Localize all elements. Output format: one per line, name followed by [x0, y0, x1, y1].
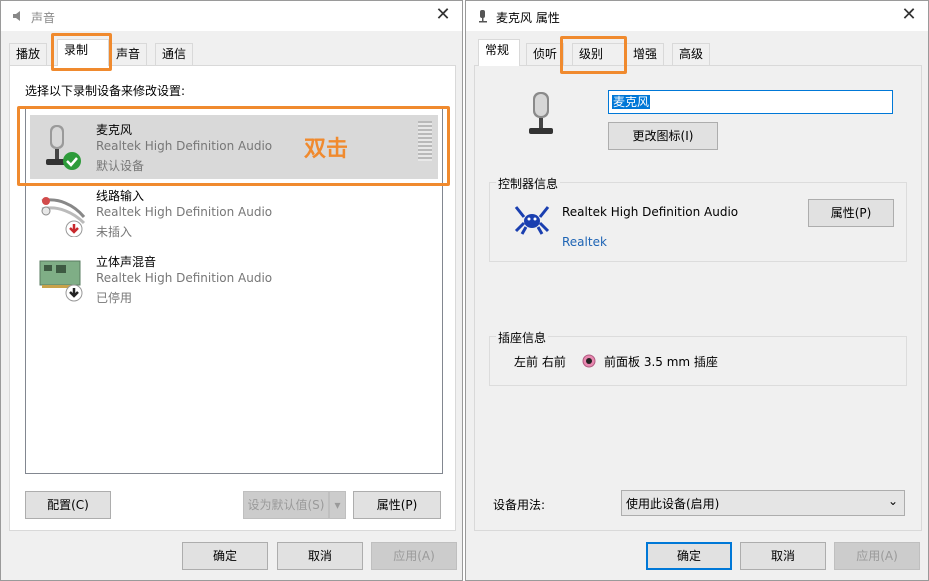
ok-button[interactable]: 确定 — [646, 542, 732, 570]
level-meter — [418, 121, 432, 161]
double-click-annotation: 双击 — [304, 137, 349, 162]
tab-communications[interactable]: 通信 — [155, 43, 194, 65]
device-name: 线路输入 — [96, 189, 145, 203]
close-button[interactable]: ✕ — [430, 5, 456, 27]
speaker-icon — [13, 11, 20, 21]
properties-button[interactable]: 属性(P) — [353, 491, 441, 519]
set-default-dropdown-button[interactable]: ▾ — [329, 491, 346, 519]
group-label: 控制器信息 — [496, 175, 561, 192]
ok-button[interactable]: 确定 — [182, 542, 268, 570]
controller-properties-button[interactable]: 属性(P) — [808, 199, 894, 227]
device-driver: Realtek High Definition Audio — [96, 271, 273, 285]
controller-info-group: 控制器信息 Realtek High Definition Audio Real… — [489, 175, 907, 262]
configure-button[interactable]: 配置(C) — [25, 491, 111, 519]
device-name: 立体声混音 — [96, 255, 157, 269]
tab-levels[interactable]: 级别 — [572, 43, 626, 65]
sound-dialog: 声音 ✕ 播放 录制 声音 通信 选择以下录制设备来修改设置: 麦克风 Real… — [0, 0, 463, 581]
apply-button[interactable]: 应用(A) — [371, 542, 457, 570]
device-name-field[interactable]: 麦克风 — [608, 90, 893, 114]
close-button[interactable]: ✕ — [896, 5, 922, 27]
jack-info-group: 插座信息 左前 右前 前面板 3.5 mm 插座 — [489, 329, 907, 386]
tab-enhancements[interactable]: 增强 — [626, 43, 665, 65]
device-stereo-mix[interactable]: 立体声混音 Realtek High Definition Audio 已停用 — [30, 247, 438, 311]
jack-color-icon — [582, 354, 596, 368]
device-name: 麦克风 — [96, 123, 133, 137]
chevron-down-icon: ⌄ — [887, 494, 898, 508]
device-usage-select[interactable]: 使用此设备(启用) ⌄ — [621, 490, 905, 516]
jack-description: 前面板 3.5 mm 插座 — [604, 355, 718, 369]
tab-sounds[interactable]: 声音 — [109, 43, 148, 65]
change-icon-button[interactable]: 更改图标(I) — [608, 122, 718, 150]
microphone-large-icon — [529, 92, 553, 134]
device-status: 默认设备 — [96, 159, 145, 173]
set-default-button[interactable]: 设为默认值(S) — [243, 491, 329, 519]
tab-advanced[interactable]: 高级 — [672, 43, 711, 65]
window-title: 声音 — [31, 11, 56, 25]
title-bar: 麦克风 属性 ✕ — [466, 1, 928, 31]
sound-card-icon — [39, 260, 83, 302]
device-name-value: 麦克风 — [612, 95, 651, 109]
recording-panel: 选择以下录制设备来修改设置: 麦克风 Realtek High Definiti… — [9, 65, 456, 531]
chevron-down-icon: ▾ — [334, 498, 341, 512]
device-microphone[interactable]: 麦克风 Realtek High Definition Audio 默认设备 双… — [30, 115, 438, 179]
microphone-icon — [46, 125, 81, 170]
prompt-text: 选择以下录制设备来修改设置: — [25, 84, 186, 98]
window-title: 麦克风 属性 — [496, 11, 560, 25]
controller-name: Realtek High Definition Audio — [562, 205, 739, 219]
device-status: 已停用 — [96, 291, 133, 305]
jack-position: 左前 右前 — [514, 355, 566, 369]
tab-general[interactable]: 常规 — [478, 39, 520, 66]
microphone-properties-dialog: 麦克风 属性 ✕ 常规 侦听 级别 增强 高级 麦克风 更改图标(I) 控制器信… — [465, 0, 929, 581]
device-usage-label: 设备用法: — [493, 498, 546, 512]
line-in-icon — [41, 197, 86, 237]
tab-playback[interactable]: 播放 — [9, 43, 48, 65]
cancel-button[interactable]: 取消 — [740, 542, 826, 570]
realtek-crab-icon — [514, 206, 550, 235]
microphone-icon — [479, 10, 487, 23]
cancel-button[interactable]: 取消 — [277, 542, 363, 570]
device-driver: Realtek High Definition Audio — [96, 205, 273, 219]
controller-vendor-link[interactable]: Realtek — [562, 235, 607, 249]
device-usage-value: 使用此设备(启用) — [626, 497, 720, 511]
device-line-in[interactable]: 线路输入 Realtek High Definition Audio 未插入 — [30, 181, 438, 245]
tab-listen[interactable]: 侦听 — [526, 43, 565, 65]
title-bar: 声音 ✕ — [1, 1, 462, 31]
device-driver: Realtek High Definition Audio — [96, 139, 273, 153]
device-list[interactable]: 麦克风 Realtek High Definition Audio 默认设备 双… — [25, 106, 443, 474]
device-status: 未插入 — [96, 225, 133, 239]
tab-recording[interactable]: 录制 — [57, 39, 109, 66]
group-label: 插座信息 — [496, 329, 549, 346]
general-panel: 麦克风 更改图标(I) 控制器信息 Realtek High Definitio… — [474, 65, 922, 531]
apply-button[interactable]: 应用(A) — [834, 542, 920, 570]
